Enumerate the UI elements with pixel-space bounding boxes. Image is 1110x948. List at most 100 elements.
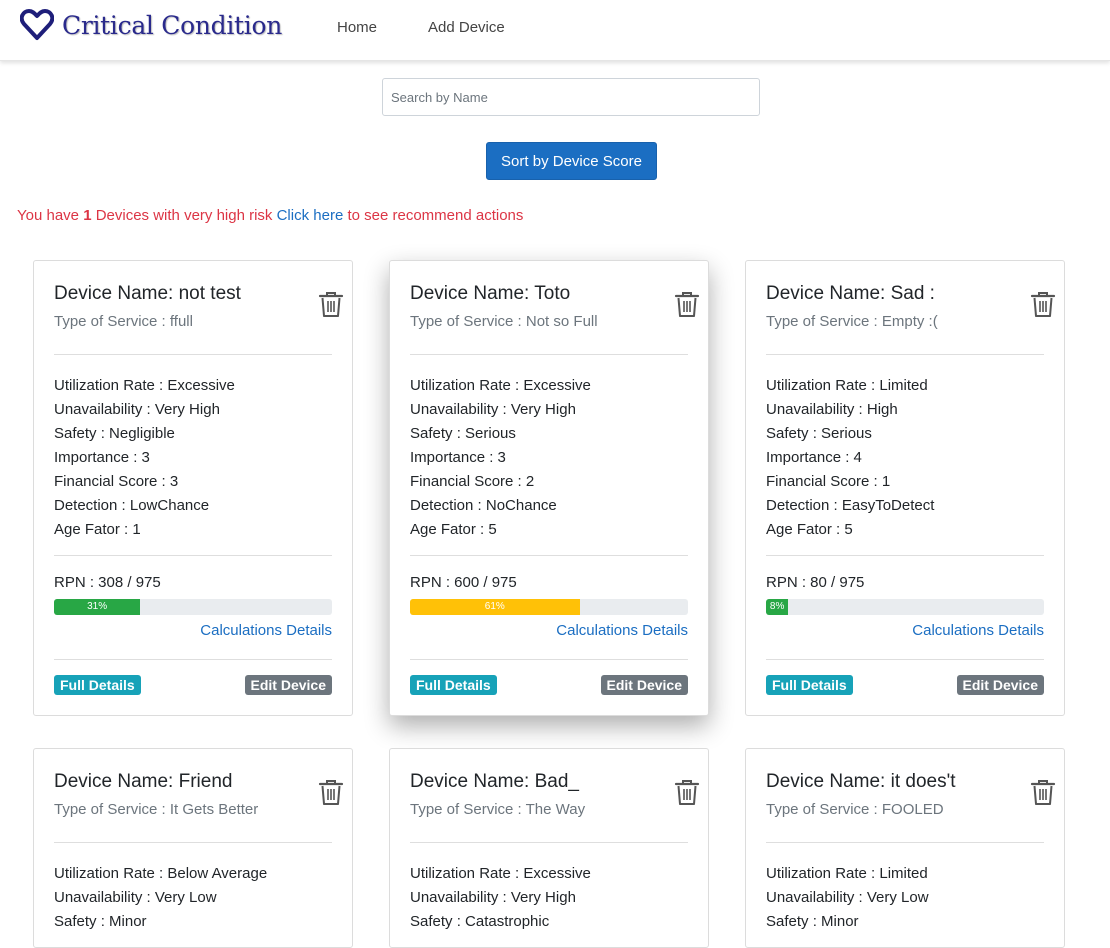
device-card: Device Name: Friend Type of Service : It … <box>33 748 353 948</box>
alert-suffix: to see recommend actions <box>347 207 524 224</box>
device-name: Device Name: Toto <box>410 283 571 304</box>
property-line: Importance : 3 <box>410 449 506 466</box>
divider <box>54 842 332 843</box>
property-line: Detection : EasyToDetect <box>766 497 935 514</box>
device-properties: Utilization Rate : Limited Unavailability… <box>766 374 934 542</box>
trash-icon[interactable] <box>1030 778 1056 806</box>
divider <box>54 659 332 660</box>
calculations-details-link[interactable]: Calculations Details <box>912 622 1044 639</box>
property-line: Unavailability : Very High <box>410 401 576 418</box>
divider <box>766 659 1044 660</box>
trash-icon[interactable] <box>674 778 700 806</box>
alert-prefix: You have <box>17 207 80 224</box>
rpn-progress-fill: 8% <box>766 599 789 615</box>
property-line: Detection : LowChance <box>54 497 210 514</box>
property-line: Financial Score : 2 <box>410 473 535 490</box>
service-type: Type of Service : FOOLED <box>766 801 944 818</box>
device-properties: Utilization Rate : Excessive Unavailabili… <box>54 374 235 542</box>
property-line: Age Fator : 5 <box>410 521 497 538</box>
device-name: Device Name: Sad : <box>766 283 935 304</box>
service-type: Type of Service : It Gets Better <box>54 801 259 818</box>
nav-home-link[interactable]: Home <box>337 19 377 36</box>
device-card: Device Name: Sad : Type of Service : Empt… <box>745 260 1065 716</box>
device-properties: Utilization Rate : Limited Unavailability… <box>766 862 929 934</box>
service-type: Type of Service : Not so Full <box>410 313 598 330</box>
full-details-button[interactable]: Full Details <box>766 675 853 695</box>
property-line: Unavailability : Very High <box>410 889 576 906</box>
divider <box>410 659 688 660</box>
device-properties: Utilization Rate : Excessive Unavailabili… <box>410 374 591 542</box>
search-input[interactable] <box>382 78 760 116</box>
alert-count: 1 <box>83 207 92 224</box>
rpn-score: RPN : 308 / 975 <box>54 574 161 591</box>
device-name: Device Name: Friend <box>54 771 233 792</box>
property-line: Utilization Rate : Excessive <box>54 377 235 394</box>
divider <box>410 842 688 843</box>
property-line: Age Fator : 1 <box>54 521 141 538</box>
divider <box>410 354 688 355</box>
rpn-score: RPN : 600 / 975 <box>410 574 517 591</box>
property-line: Financial Score : 1 <box>766 473 891 490</box>
edit-device-button[interactable]: Edit Device <box>600 675 688 695</box>
device-name: Device Name: Bad_ <box>410 771 579 792</box>
property-line: Financial Score : 3 <box>54 473 179 490</box>
heart-icon <box>20 9 54 40</box>
brand-logo[interactable]: Critical Condition <box>20 8 282 42</box>
divider <box>766 354 1044 355</box>
nav-add-device-link[interactable]: Add Device <box>428 19 505 36</box>
device-card: Device Name: not test Type of Service : f… <box>33 260 353 716</box>
rpn-progress-bar: 61% <box>410 599 688 615</box>
calculations-details-link[interactable]: Calculations Details <box>200 622 332 639</box>
property-line: Utilization Rate : Limited <box>766 377 928 394</box>
divider <box>766 842 1044 843</box>
alert-here-link[interactable]: here <box>313 207 343 224</box>
property-line: Utilization Rate : Limited <box>766 865 928 882</box>
service-type: Type of Service : The Way <box>410 801 586 818</box>
device-name: Device Name: not test <box>54 283 241 304</box>
device-properties: Utilization Rate : Below Average Unavaila… <box>54 862 267 934</box>
sort-by-score-button[interactable]: Sort by Device Score <box>486 142 657 180</box>
property-line: Safety : Catastrophic <box>410 913 550 930</box>
divider <box>766 555 1044 556</box>
property-line: Safety : Serious <box>410 425 516 442</box>
full-details-button[interactable]: Full Details <box>54 675 141 695</box>
property-line: Safety : Serious <box>766 425 872 442</box>
full-details-button[interactable]: Full Details <box>410 675 497 695</box>
edit-device-button[interactable]: Edit Device <box>956 675 1044 695</box>
divider <box>410 555 688 556</box>
device-name: Device Name: it does't <box>766 771 956 792</box>
alert-middle: Devices with very high risk <box>95 207 273 224</box>
service-type: Type of Service : ffull <box>54 313 193 330</box>
property-line: Importance : 4 <box>766 449 862 466</box>
trash-icon[interactable] <box>674 290 700 318</box>
property-line: Utilization Rate : Excessive <box>410 865 591 882</box>
device-properties: Utilization Rate : Excessive Unavailabili… <box>410 862 591 934</box>
trash-icon[interactable] <box>318 290 344 318</box>
property-line: Utilization Rate : Below Average <box>54 865 268 882</box>
rpn-score: RPN : 80 / 975 <box>766 574 865 591</box>
property-line: Safety : Minor <box>54 913 147 930</box>
alert-click-link[interactable]: Click <box>277 207 310 224</box>
service-type: Type of Service : Empty :( <box>766 313 938 330</box>
property-line: Unavailability : Very High <box>54 401 220 418</box>
calculations-details-link[interactable]: Calculations Details <box>556 622 688 639</box>
device-card: Device Name: Bad_ Type of Service : The W… <box>389 748 709 948</box>
top-navbar: Critical Condition Home Add Device <box>0 0 1110 61</box>
property-line: Safety : Negligible <box>54 425 175 442</box>
rpn-progress-fill: 31% <box>54 599 141 615</box>
divider <box>54 555 332 556</box>
rpn-progress-fill: 61% <box>410 599 580 615</box>
rpn-progress-bar: 8% <box>766 599 1044 615</box>
device-card: Device Name: Toto Type of Service : Not s… <box>389 260 709 716</box>
property-line: Unavailability : High <box>766 401 898 418</box>
divider <box>54 354 332 355</box>
brand-name: Critical Condition <box>62 10 283 40</box>
edit-device-button[interactable]: Edit Device <box>244 675 332 695</box>
trash-icon[interactable] <box>318 778 344 806</box>
property-line: Utilization Rate : Excessive <box>410 377 591 394</box>
property-line: Importance : 3 <box>54 449 150 466</box>
property-line: Safety : Minor <box>766 913 859 930</box>
property-line: Detection : NoChance <box>410 497 557 514</box>
trash-icon[interactable] <box>1030 290 1056 318</box>
risk-alert: You have 1 Devices with very high risk C… <box>17 207 523 224</box>
